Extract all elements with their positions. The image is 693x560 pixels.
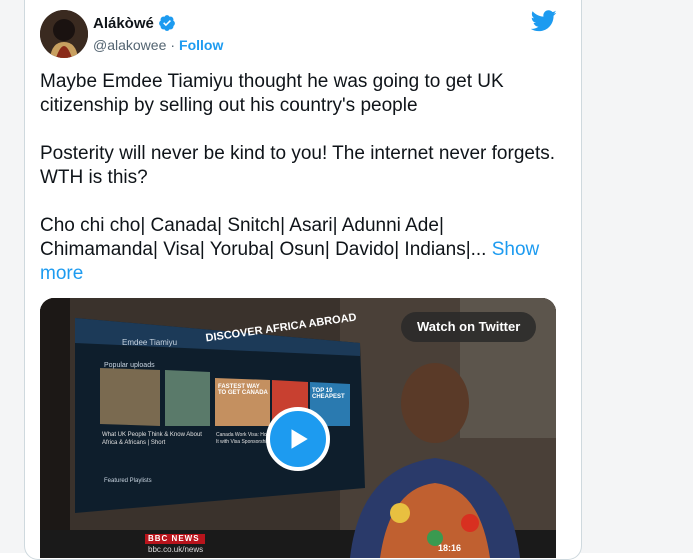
bbc-clock: 18:16 [438, 543, 462, 553]
video-channel-name: Emdee Tiamiyu [122, 338, 178, 347]
tweet-body: Maybe Emdee Tiamiyu thought he was going… [40, 70, 560, 310]
video-section-label: Popular uploads [104, 362, 155, 369]
avatar[interactable] [40, 10, 88, 58]
author-display-name[interactable]: Alákòwé [93, 15, 154, 32]
twitter-bird-icon[interactable] [531, 10, 557, 32]
verified-badge-icon [158, 15, 175, 31]
follow-button[interactable]: Follow [179, 37, 223, 53]
play-icon [291, 429, 308, 449]
play-button[interactable] [266, 407, 330, 471]
video-thumb3-text: TOP 10 CHEAPEST [312, 388, 345, 400]
tweet-paragraph-2: Posterity will never be kind to you! The… [40, 143, 556, 188]
video-thumb2-text: FASTEST WAY TO GET CANADA [218, 384, 268, 396]
watch-on-twitter-button[interactable]: Watch on Twitter [401, 312, 537, 342]
tweet-tags-line: Cho chi cho| Canada| Snitch| Asari| Adun… [40, 215, 487, 260]
tweet-paragraph-3: Cho chi cho| Canada| Snitch| Asari| Adun… [40, 214, 555, 286]
author-handle-row: @alakowee · Follow [93, 37, 223, 53]
author-name-row[interactable]: Alákòwé [93, 14, 176, 32]
avatar-image [40, 10, 88, 58]
author-handle[interactable]: @alakowee [93, 37, 166, 53]
bbc-logo: BBC NEWS [148, 534, 200, 543]
video-title-1: What UK People Think & Know About Africa… [102, 432, 202, 446]
handle-separator: · [170, 37, 176, 53]
video-featured-label: Featured Playlists [104, 478, 152, 484]
tweet-paragraph-1: Maybe Emdee Tiamiyu thought he was going… [40, 71, 504, 116]
